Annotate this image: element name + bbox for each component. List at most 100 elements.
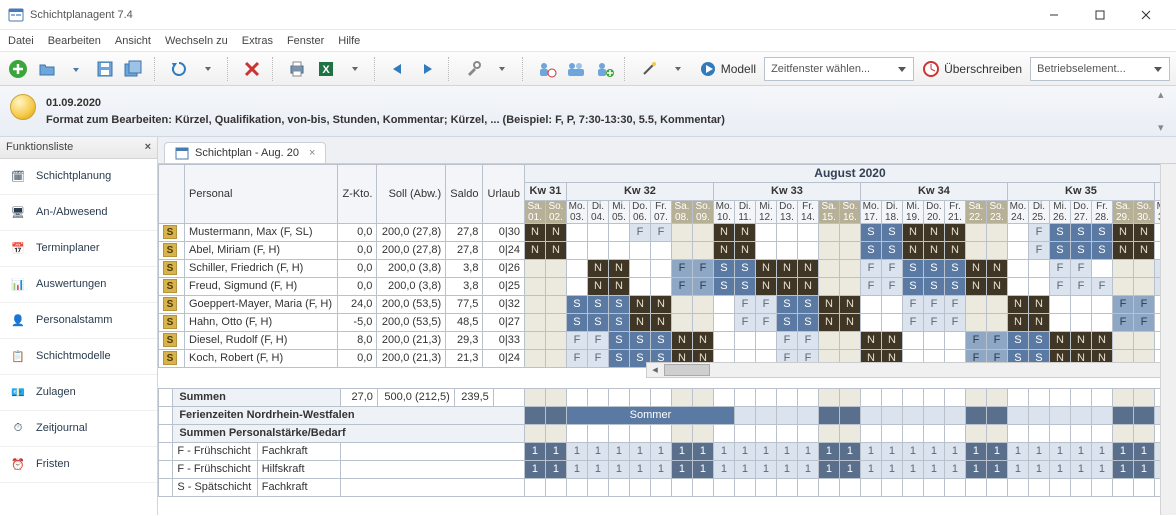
shift-cell[interactable]: F — [1133, 295, 1154, 313]
shift-cell[interactable]: S — [923, 277, 944, 295]
day-header[interactable]: So.23. — [986, 200, 1007, 223]
info-scroll[interactable]: ▴ ▾ — [1158, 88, 1174, 134]
shift-cell[interactable]: N — [923, 241, 944, 259]
shift-cell[interactable]: S — [608, 313, 629, 331]
shift-cell[interactable]: S — [1028, 331, 1049, 349]
shift-cell[interactable] — [1028, 259, 1049, 277]
shift-cell[interactable]: N — [524, 223, 545, 241]
sidebar-item-6[interactable]: 💶Zulagen — [0, 375, 157, 411]
shift-cell[interactable] — [965, 313, 986, 331]
shift-cell[interactable]: S — [1091, 241, 1112, 259]
day-header[interactable]: Di.25. — [1028, 200, 1049, 223]
shift-cell[interactable]: F — [860, 277, 881, 295]
shift-cell[interactable] — [608, 223, 629, 241]
shift-cell[interactable]: N — [713, 241, 734, 259]
shift-cell[interactable] — [524, 331, 545, 349]
shift-cell[interactable] — [881, 295, 902, 313]
scroll-thumb[interactable] — [664, 364, 710, 376]
shift-cell[interactable]: S — [944, 259, 965, 277]
menu-wechseln[interactable]: Wechseln zu — [165, 35, 228, 47]
shift-cell[interactable]: F — [1049, 259, 1070, 277]
day-header[interactable]: Sa.15. — [818, 200, 839, 223]
shift-cell[interactable]: F — [692, 277, 713, 295]
shift-cell[interactable]: N — [986, 277, 1007, 295]
sidebar-item-7[interactable]: ⏱Zeitjournal — [0, 411, 157, 447]
shift-cell[interactable] — [986, 241, 1007, 259]
nav-forward-button[interactable] — [416, 56, 441, 82]
shift-cell[interactable] — [881, 313, 902, 331]
shift-cell[interactable]: S — [734, 259, 755, 277]
shift-cell[interactable]: F — [1091, 277, 1112, 295]
save-button[interactable] — [93, 56, 118, 82]
shift-cell[interactable] — [524, 313, 545, 331]
shift-cell[interactable]: S — [902, 277, 923, 295]
day-header[interactable]: Di.18. — [881, 200, 902, 223]
shift-cell[interactable]: F — [797, 331, 818, 349]
shift-cell[interactable]: F — [1070, 277, 1091, 295]
summary-table[interactable]: Summen27,0500,0 (212,5)239,5Ferienzeiten… — [158, 388, 1176, 497]
shift-cell[interactable] — [1007, 259, 1028, 277]
shift-cell[interactable]: S — [923, 259, 944, 277]
shift-cell[interactable]: F — [566, 331, 587, 349]
shift-cell[interactable] — [629, 241, 650, 259]
shift-cell[interactable] — [545, 331, 566, 349]
shift-cell[interactable]: N — [965, 277, 986, 295]
shift-cell[interactable] — [755, 241, 776, 259]
persons-button[interactable] — [563, 56, 588, 82]
shift-cell[interactable] — [1049, 313, 1070, 331]
shift-cell[interactable] — [1007, 277, 1028, 295]
table-row[interactable]: SHahn, Otto (F, H)-5,0200,0 (53,5)48,50|… — [159, 313, 1176, 331]
shift-cell[interactable]: S — [1070, 223, 1091, 241]
save-all-button[interactable] — [122, 56, 147, 82]
shift-cell[interactable]: N — [923, 223, 944, 241]
shift-cell[interactable] — [797, 223, 818, 241]
menu-bearbeiten[interactable]: Bearbeiten — [48, 35, 101, 47]
shift-cell[interactable]: S — [566, 313, 587, 331]
shift-cell[interactable]: N — [608, 259, 629, 277]
shift-cell[interactable] — [692, 313, 713, 331]
shift-cell[interactable] — [965, 241, 986, 259]
element-select[interactable]: Betriebselement... — [1030, 57, 1170, 81]
shift-cell[interactable] — [818, 241, 839, 259]
shift-cell[interactable] — [1112, 331, 1133, 349]
shift-cell[interactable]: S — [944, 277, 965, 295]
shift-cell[interactable] — [545, 295, 566, 313]
shift-cell[interactable]: N — [776, 259, 797, 277]
shift-cell[interactable] — [923, 331, 944, 349]
shift-cell[interactable] — [545, 349, 566, 367]
shift-cell[interactable] — [566, 277, 587, 295]
shift-cell[interactable] — [986, 313, 1007, 331]
maximize-button[interactable] — [1078, 1, 1122, 29]
shift-cell[interactable] — [692, 223, 713, 241]
shift-cell[interactable]: N — [881, 331, 902, 349]
add-button[interactable] — [6, 56, 31, 82]
shift-cell[interactable] — [776, 241, 797, 259]
shift-cell[interactable]: N — [1028, 313, 1049, 331]
shift-cell[interactable] — [650, 241, 671, 259]
day-header[interactable]: Mi.12. — [755, 200, 776, 223]
shift-cell[interactable] — [692, 241, 713, 259]
shift-cell[interactable] — [839, 277, 860, 295]
day-header[interactable]: Mi.26. — [1049, 200, 1070, 223]
shift-cell[interactable] — [1112, 259, 1133, 277]
shift-cell[interactable]: N — [1133, 223, 1154, 241]
shift-cell[interactable] — [1133, 259, 1154, 277]
shift-cell[interactable] — [986, 295, 1007, 313]
day-header[interactable]: Fr.28. — [1091, 200, 1112, 223]
day-header[interactable]: Sa.08. — [671, 200, 692, 223]
shift-cell[interactable] — [839, 241, 860, 259]
excel-drop-button[interactable] — [342, 56, 367, 82]
shift-cell[interactable]: S — [608, 349, 629, 367]
day-header[interactable]: Do.06. — [629, 200, 650, 223]
sidebar-item-3[interactable]: 📊Auswertungen — [0, 267, 157, 303]
shift-cell[interactable] — [965, 295, 986, 313]
shift-cell[interactable] — [671, 241, 692, 259]
shift-cell[interactable]: N — [734, 223, 755, 241]
shift-cell[interactable] — [713, 331, 734, 349]
shift-cell[interactable] — [524, 259, 545, 277]
refresh-button[interactable] — [166, 56, 191, 82]
print-button[interactable] — [285, 56, 310, 82]
shift-cell[interactable]: N — [713, 223, 734, 241]
shift-cell[interactable] — [1049, 295, 1070, 313]
shift-cell[interactable]: F — [1112, 313, 1133, 331]
